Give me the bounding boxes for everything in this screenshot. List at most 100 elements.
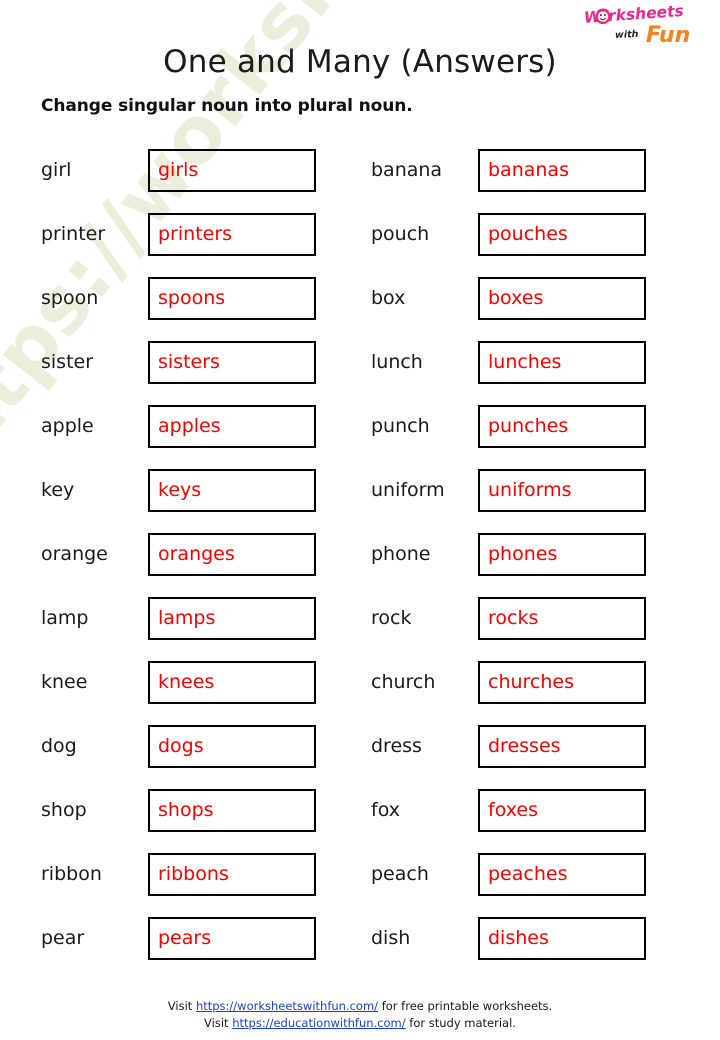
plural-answer-box[interactable]: ribbons bbox=[148, 853, 316, 896]
instruction-text: Change singular noun into plural noun. bbox=[41, 96, 413, 116]
question-row: orange oranges bbox=[41, 532, 316, 577]
question-column-left: girl girls printer printers spoon spoons siste… bbox=[41, 148, 316, 980]
plural-answer-box[interactable]: punches bbox=[478, 405, 646, 448]
singular-noun-label: uniform bbox=[371, 479, 445, 501]
plural-answer-box[interactable]: foxes bbox=[478, 789, 646, 832]
plural-noun-answer: dogs bbox=[158, 735, 204, 757]
singular-noun-label: pear bbox=[41, 927, 85, 949]
question-row: shop shops bbox=[41, 788, 316, 833]
plural-answer-box[interactable]: printers bbox=[148, 213, 316, 256]
plural-answer-box[interactable]: oranges bbox=[148, 533, 316, 576]
singular-noun-label: pouch bbox=[371, 223, 430, 245]
plural-answer-box[interactable]: dishes bbox=[478, 917, 646, 960]
plural-noun-answer: peaches bbox=[488, 863, 568, 885]
plural-noun-answer: pouches bbox=[488, 223, 568, 245]
question-row: lunch lunches bbox=[371, 340, 646, 385]
singular-noun-label: dress bbox=[371, 735, 422, 757]
plural-noun-answer: dishes bbox=[488, 927, 549, 949]
singular-noun-label: banana bbox=[371, 159, 443, 181]
educationwithfun-link[interactable]: https://educationwithfun.com/ bbox=[232, 1016, 405, 1030]
question-row: box boxes bbox=[371, 276, 646, 321]
plural-answer-box[interactable]: spoons bbox=[148, 277, 316, 320]
question-row: pear pears bbox=[41, 916, 316, 961]
plural-answer-box[interactable]: peaches bbox=[478, 853, 646, 896]
plural-noun-answer: dresses bbox=[488, 735, 561, 757]
singular-noun-label: peach bbox=[371, 863, 429, 885]
svg-text:with: with bbox=[615, 29, 639, 41]
plural-answer-box[interactable]: rocks bbox=[478, 597, 646, 640]
question-row: apple apples bbox=[41, 404, 316, 449]
plural-noun-answer: ribbons bbox=[158, 863, 229, 885]
plural-answer-box[interactable]: keys bbox=[148, 469, 316, 512]
question-row: punch punches bbox=[371, 404, 646, 449]
plural-answer-box[interactable]: uniforms bbox=[478, 469, 646, 512]
plural-answer-box[interactable]: bananas bbox=[478, 149, 646, 192]
plural-answer-box[interactable]: shops bbox=[148, 789, 316, 832]
plural-answer-box[interactable]: phones bbox=[478, 533, 646, 576]
question-row: girl girls bbox=[41, 148, 316, 193]
question-row: rock rocks bbox=[371, 596, 646, 641]
question-row: lamp lamps bbox=[41, 596, 316, 641]
footer: Visit https://worksheetswithfun.com/ for… bbox=[0, 998, 720, 1032]
question-row: knee knees bbox=[41, 660, 316, 705]
singular-noun-label: apple bbox=[41, 415, 94, 437]
plural-answer-box[interactable]: lunches bbox=[478, 341, 646, 384]
question-row: phone phones bbox=[371, 532, 646, 577]
footer-line-2: Visit https://educationwithfun.com/ for … bbox=[0, 1015, 720, 1032]
question-row: pouch pouches bbox=[371, 212, 646, 257]
plural-noun-answer: knees bbox=[158, 671, 215, 693]
singular-noun-label: dish bbox=[371, 927, 411, 949]
worksheets-with-fun-logo-icon: W rksheets with Fun bbox=[583, 2, 690, 48]
plural-noun-answer: bananas bbox=[488, 159, 569, 181]
plural-answer-box[interactable]: boxes bbox=[478, 277, 646, 320]
plural-answer-box[interactable]: pouches bbox=[478, 213, 646, 256]
plural-noun-answer: sisters bbox=[158, 351, 220, 373]
site-logo: W rksheets with Fun bbox=[580, 2, 712, 48]
question-row: uniform uniforms bbox=[371, 468, 646, 513]
plural-noun-answer: apples bbox=[158, 415, 221, 437]
singular-noun-label: box bbox=[371, 287, 406, 309]
question-row: church churches bbox=[371, 660, 646, 705]
singular-noun-label: key bbox=[41, 479, 75, 501]
singular-noun-label: lamp bbox=[41, 607, 89, 629]
footer-line-1-suffix: for free printable worksheets. bbox=[378, 999, 553, 1013]
question-row: banana bananas bbox=[371, 148, 646, 193]
question-column-right: banana bananas pouch pouches box boxes lunch lu… bbox=[371, 148, 646, 980]
singular-noun-label: punch bbox=[371, 415, 430, 437]
plural-noun-answer: uniforms bbox=[488, 479, 572, 501]
plural-noun-answer: spoons bbox=[158, 287, 226, 309]
plural-noun-answer: boxes bbox=[488, 287, 544, 309]
singular-noun-label: printer bbox=[41, 223, 106, 245]
singular-noun-label: shop bbox=[41, 799, 87, 821]
plural-noun-answer: foxes bbox=[488, 799, 538, 821]
plural-answer-box[interactable]: sisters bbox=[148, 341, 316, 384]
plural-answer-box[interactable]: pears bbox=[148, 917, 316, 960]
plural-noun-answer: punches bbox=[488, 415, 569, 437]
plural-answer-box[interactable]: dresses bbox=[478, 725, 646, 768]
plural-answer-box[interactable]: dogs bbox=[148, 725, 316, 768]
singular-noun-label: spoon bbox=[41, 287, 99, 309]
page-title: One and Many (Answers) bbox=[163, 44, 557, 80]
plural-answer-box[interactable]: knees bbox=[148, 661, 316, 704]
svg-text:Fun: Fun bbox=[646, 23, 690, 48]
question-row: fox foxes bbox=[371, 788, 646, 833]
singular-noun-label: phone bbox=[371, 543, 431, 565]
plural-answer-box[interactable]: churches bbox=[478, 661, 646, 704]
plural-noun-answer: shops bbox=[158, 799, 214, 821]
plural-answer-box[interactable]: apples bbox=[148, 405, 316, 448]
singular-noun-label: sister bbox=[41, 351, 94, 373]
footer-line-1-prefix: Visit bbox=[167, 999, 196, 1013]
question-row: dish dishes bbox=[371, 916, 646, 961]
plural-answer-box[interactable]: girls bbox=[148, 149, 316, 192]
worksheetswithfun-link[interactable]: https://worksheetswithfun.com/ bbox=[196, 999, 378, 1013]
singular-noun-label: orange bbox=[41, 543, 108, 565]
question-row: sister sisters bbox=[41, 340, 316, 385]
question-row: key keys bbox=[41, 468, 316, 513]
question-row: printer printers bbox=[41, 212, 316, 257]
plural-noun-answer: lunches bbox=[488, 351, 562, 373]
singular-noun-label: rock bbox=[371, 607, 412, 629]
plural-noun-answer: churches bbox=[488, 671, 575, 693]
singular-noun-label: knee bbox=[41, 671, 88, 693]
plural-answer-box[interactable]: lamps bbox=[148, 597, 316, 640]
singular-noun-label: lunch bbox=[371, 351, 423, 373]
